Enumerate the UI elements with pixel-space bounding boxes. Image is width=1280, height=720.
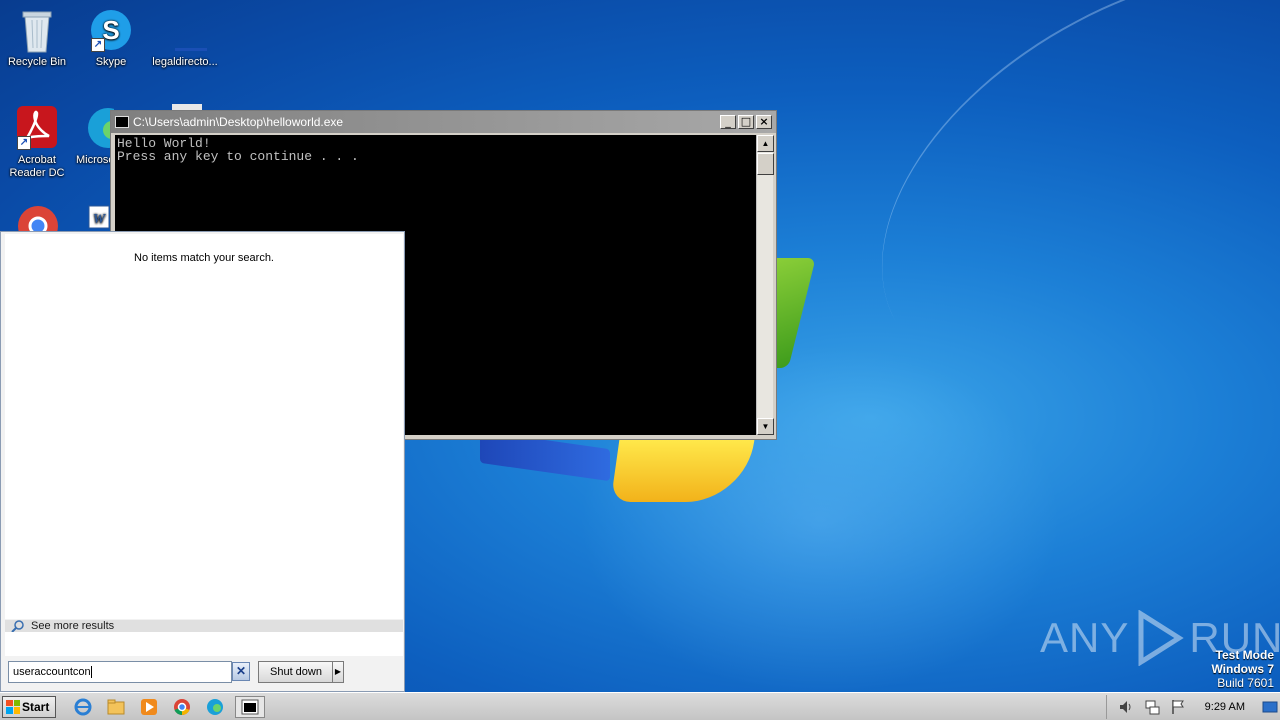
desktop-icon-acrobat[interactable]: ↗ Acrobat Reader DC	[0, 106, 74, 180]
search-results-pane: No items match your search.	[5, 234, 403, 619]
scroll-up-button[interactable]: ▲	[757, 135, 774, 152]
anyrun-watermark: ANY RUN	[1040, 608, 1280, 668]
test-mode-line3: Build 7601	[1217, 676, 1274, 690]
see-more-results-link[interactable]: See more results	[5, 619, 403, 633]
desktop-icon-label: Recycle Bin	[7, 56, 67, 68]
network-icon[interactable]	[1144, 699, 1160, 715]
minimize-button[interactable]: _	[720, 115, 736, 129]
start-menu: No items match your search. See more res…	[0, 231, 405, 692]
system-tray: 9:29 AM	[1105, 695, 1280, 719]
chrome-taskbar-icon[interactable]	[169, 696, 195, 718]
desktop-icon-label: Skype	[95, 56, 127, 68]
desktop-icon-label: legaldirecto...	[152, 56, 218, 68]
start-menu-divider	[5, 632, 403, 656]
shortcut-arrow-icon: ↗	[91, 38, 105, 52]
scroll-thumb[interactable]	[757, 153, 774, 175]
ie-taskbar-icon[interactable]	[70, 696, 96, 718]
desktop-icon-microsoft-edge[interactable]: Microso	[74, 106, 114, 167]
skype-icon: S ↗	[89, 8, 133, 52]
shutdown-options-arrow[interactable]: ▶	[332, 661, 344, 683]
test-mode-line2: Windows 7	[1211, 662, 1274, 676]
shortcut-arrow-icon: ↗	[17, 136, 31, 150]
recycle-bin-icon	[15, 8, 59, 53]
acrobat-icon: ↗	[15, 106, 59, 150]
scroll-down-button[interactable]: ▼	[757, 418, 774, 435]
show-desktop-icon[interactable]	[1262, 699, 1278, 715]
desktop-icon-legaldirecto[interactable]: legaldirecto...	[148, 8, 222, 69]
shutdown-button[interactable]: Shut down	[258, 661, 334, 683]
search-value: useraccountcon	[13, 666, 91, 678]
test-mode-notice: Test Mode Windows 7 Build 7601	[1211, 648, 1274, 690]
maximize-button[interactable]: □	[738, 115, 754, 129]
console-titlebar[interactable]: C:\Users\admin\Desktop\helloworld.exe _ …	[111, 111, 776, 133]
clear-search-button[interactable]: ✕	[232, 662, 250, 681]
close-button[interactable]: ×	[756, 115, 772, 129]
see-more-label: See more results	[31, 620, 115, 632]
console-scrollbar[interactable]: ▲ ▼	[756, 135, 774, 435]
explorer-taskbar-icon[interactable]	[103, 696, 129, 718]
action-center-flag-icon[interactable]	[1170, 699, 1186, 715]
console-app-icon	[115, 116, 129, 128]
text-caret	[90, 666, 92, 679]
edge-taskbar-icon[interactable]	[202, 696, 228, 718]
desktop-icon-label: Acrobat Reader DC	[9, 154, 65, 179]
test-mode-line1: Test Mode	[1215, 648, 1274, 662]
console-taskbar-button[interactable]	[235, 695, 265, 718]
svg-text:W: W	[93, 212, 107, 227]
desktop-icon-label: Microso	[76, 154, 114, 166]
media-player-taskbar-icon[interactable]	[136, 696, 162, 718]
windows-logo-icon	[6, 699, 20, 714]
magnifier-icon	[11, 619, 25, 633]
desktop-icon-skype[interactable]: S ↗ Skype	[74, 8, 148, 69]
word-icon: W	[87, 204, 111, 230]
taskbar-clock[interactable]: 9:29 AM	[1205, 701, 1245, 713]
document-icon	[163, 8, 219, 52]
console-title: C:\Users\admin\Desktop\helloworld.exe	[133, 115, 344, 129]
no-results-text: No items match your search.	[134, 252, 274, 264]
volume-icon[interactable]	[1118, 699, 1134, 715]
start-search-input[interactable]: useraccountcon	[8, 661, 232, 683]
start-button[interactable]: Start	[2, 695, 56, 718]
start-label: Start	[22, 699, 50, 714]
desktop-icon-recycle-bin[interactable]: Recycle Bin	[0, 8, 74, 69]
taskbar: Start 9:29 AM	[0, 692, 1280, 720]
